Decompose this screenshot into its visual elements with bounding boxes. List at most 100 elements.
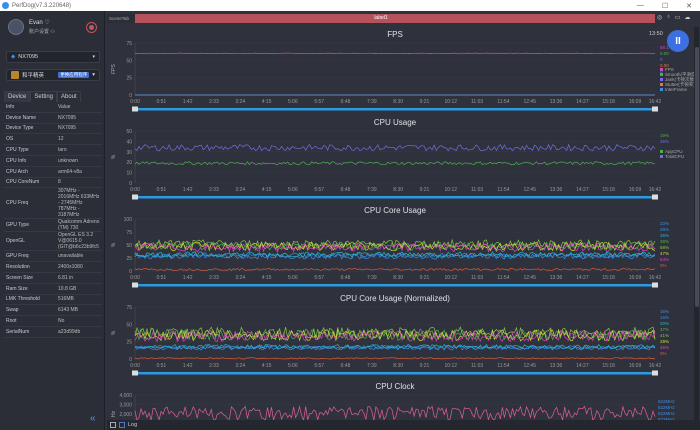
x-tick-label: 4:15 [262, 275, 272, 281]
current-value: 622MHz [658, 399, 676, 404]
current-value: 47% [660, 251, 669, 256]
chevron-down-icon: ▾ [92, 54, 95, 60]
collapse-panel-icon[interactable]: « [90, 413, 96, 424]
slider-handle-end[interactable] [652, 194, 658, 200]
chart-4: CPU ClockHz 2,0003,0004,000622MHz622MHz62… [111, 382, 676, 420]
location-icon[interactable]: ◎ [657, 14, 662, 21]
x-tick-label: 16:09 [629, 187, 642, 193]
x-tick-label: 13:36 [550, 187, 563, 193]
current-value: 622MHz [658, 405, 676, 410]
chevron-down-icon: ▾ [92, 72, 95, 78]
slider-handle-end[interactable] [652, 106, 658, 112]
chart-title: CPU Clock [375, 382, 415, 391]
pause-button[interactable]: II [667, 30, 689, 52]
minimize-button[interactable]: — [637, 2, 644, 10]
account-settings-link[interactable]: 账户设置 ⚇ [29, 28, 55, 35]
x-tick-label: 8:30 [393, 187, 403, 193]
user-name: Evan ♡ [29, 20, 50, 26]
app-select[interactable]: 和平精英 更换应用程序 ▾ [6, 69, 100, 81]
table-row: Screen Size 6.81 in [4, 273, 102, 284]
x-tick-label: 6:48 [341, 275, 351, 281]
chart-title: CPU Core Usage [364, 206, 426, 215]
header-value: Value [58, 103, 71, 110]
x-tick-label: 9:21 [420, 275, 430, 281]
log-checkbox[interactable] [119, 422, 125, 428]
row-value: 307MHz - 2016MHz 633MHz - 2745MHz 787MHz… [58, 188, 100, 219]
tab-label1[interactable]: label1 [107, 14, 655, 23]
time-range-slider[interactable] [135, 284, 655, 287]
tab-about[interactable]: About [57, 91, 81, 102]
y-tick-label: 100 [124, 217, 133, 223]
x-tick-label: 14:27 [576, 187, 589, 193]
row-key: LMK Threshold [6, 296, 40, 303]
y-axis-label: FPS [111, 63, 117, 73]
table-row: Ram Size 10.8 GB [4, 284, 102, 295]
current-value: 36% [660, 139, 669, 144]
time-range-slider[interactable] [135, 372, 655, 375]
slider-handle-start[interactable] [132, 106, 138, 112]
current-value: 16% [660, 315, 669, 320]
cloud-icon[interactable]: ☁ [684, 14, 690, 21]
tab-setting[interactable]: Setting [30, 91, 58, 102]
x-tick-label: 15:18 [602, 187, 615, 193]
row-value: OpenGL ES 3.2 V@0615.0 (GIT@b6c23b9fc5 [58, 232, 99, 251]
current-value: 33% [660, 221, 669, 226]
expand-icon[interactable] [110, 422, 116, 428]
x-tick-label: 5:57 [314, 275, 324, 281]
tab-scene[interactable]: SceneTab [107, 14, 135, 23]
x-tick-label: 15:18 [602, 99, 615, 105]
slider-handle-start[interactable] [132, 370, 138, 376]
x-tick-label: 16:09 [629, 363, 642, 369]
x-tick-label: 11:03 [471, 275, 483, 281]
close-button[interactable]: ✕ [686, 2, 692, 10]
android-icon: ◆ [11, 54, 16, 60]
time-range-slider[interactable] [135, 196, 655, 199]
slider-handle-end[interactable] [652, 370, 658, 376]
x-tick-label: 12:45 [523, 187, 536, 193]
device-select[interactable]: ◆ NX7095 ▾ [6, 51, 100, 63]
x-tick-label: 0:51 [156, 275, 166, 281]
row-key: CPU Info [6, 157, 27, 164]
x-tick-label: 12:45 [523, 275, 536, 281]
chart-2: CPU Core Usage%025507510033%28%36%38%58%… [111, 206, 669, 288]
x-tick-label: 7:39 [367, 187, 377, 193]
table-row: Root No [4, 316, 102, 327]
bulb-icon[interactable]: ♁ [666, 14, 671, 21]
row-key: Resolution [6, 264, 30, 271]
left-panel: Evan ♡ 账户设置 ⚇ ◆ NX7095 ▾ 和平精英 更换应用程序 ▾ D… [0, 11, 105, 430]
x-tick-label: 4:15 [262, 99, 272, 105]
folder-icon[interactable]: ▭ [675, 14, 681, 21]
y-axis-label: % [111, 154, 117, 159]
device-info-table: Info Value Device Name NX7095 Device Type NX7… [4, 102, 102, 338]
y-tick-label: 75 [126, 230, 132, 236]
time-range-slider[interactable] [135, 108, 655, 111]
current-value: 0% [660, 351, 667, 356]
slider-handle-end[interactable] [652, 282, 658, 288]
y-tick-label: 10 [126, 171, 132, 177]
avatar[interactable] [8, 19, 24, 35]
scrollbar[interactable] [694, 27, 699, 427]
maximize-button[interactable]: ☐ [662, 2, 668, 10]
header-info: Info [6, 103, 15, 110]
record-icon [89, 25, 94, 30]
x-tick-label: 10:12 [445, 275, 458, 281]
x-tick-label: 10:12 [445, 363, 458, 369]
row-value: 6.81 in [58, 274, 74, 281]
slider-handle-start[interactable] [132, 282, 138, 288]
y-tick-label: 50 [126, 58, 132, 64]
row-key: GPU Type [6, 222, 29, 229]
x-tick-label: 14:27 [576, 275, 589, 281]
row-value: 6143 MB [58, 307, 79, 314]
current-value: 19% [660, 133, 669, 138]
x-tick-label: 1:42 [183, 363, 193, 369]
slider-handle-start[interactable] [132, 194, 138, 200]
row-value: a23d99db [58, 328, 81, 335]
current-value: 46% [660, 345, 669, 350]
x-tick-label: 2:33 [209, 275, 219, 281]
x-tick-label: 1:42 [183, 99, 193, 105]
tab-device[interactable]: Device [4, 91, 31, 102]
change-app-badge[interactable]: 更换应用程序 [58, 72, 90, 78]
row-value: NX7095 [58, 125, 77, 132]
record-button[interactable] [86, 22, 97, 33]
row-value: taro [58, 147, 67, 154]
